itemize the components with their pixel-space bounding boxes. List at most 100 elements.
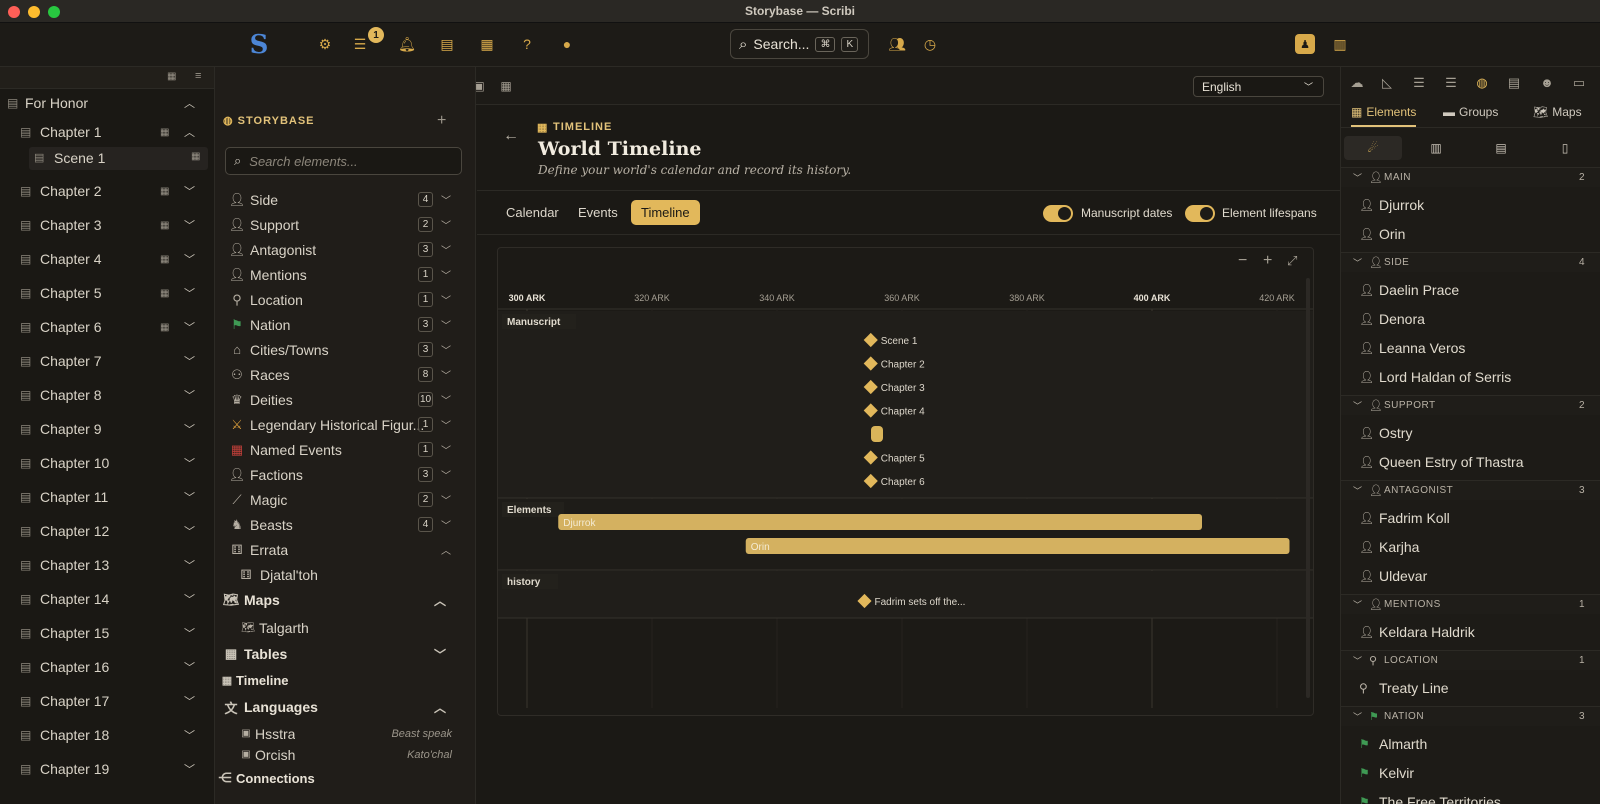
comment-icon[interactable]: ▭ [1571,75,1587,91]
chevron-down-icon[interactable]: ﹀ [184,591,195,607]
map-child-row[interactable]: 🗺︎ Talgarth [215,615,460,640]
chapter-row[interactable]: ▤ Chapter 10 ﹀ [0,448,210,478]
group-header[interactable]: ﹀ 👤︎ MENTIONS 1 [1341,594,1600,614]
chapter-row[interactable]: ▤ Chapter 5 ▦ ﹀ [0,278,210,308]
chapter-calendar-icon[interactable]: ▦ [160,322,169,333]
chapter-row[interactable]: ▤ Chapter 13 ﹀ [0,550,210,580]
tables-section[interactable]: ▦ Tables ﹀ [215,641,460,667]
storybase-item[interactable]: ▦ Named Events 1 ﹀ [215,437,460,462]
language-item[interactable]: ▣ Orcish Kato'chal [215,744,460,765]
chevron-down-icon[interactable]: ﹀ [441,467,451,482]
storybase-item[interactable]: ♛ Deities 10 ﹀ [215,387,460,412]
lifespan-bar[interactable] [558,514,1202,530]
chevron-down-icon[interactable]: ﹀ [441,367,451,382]
chevron-down-icon[interactable]: ﹀ [441,192,451,207]
chevron-down-icon[interactable]: ﹀ [184,523,195,539]
tab-timeline[interactable]: Timeline [631,200,700,225]
globe-icon[interactable]: ◍ [1474,75,1490,91]
group-header[interactable]: ﹀ ⚑ NATION 3 [1341,706,1600,726]
maps-section[interactable]: 🗺︎ Maps ︿ [215,587,460,613]
storybase-item[interactable]: 👤︎ Mentions 1 ﹀ [215,262,460,287]
scroll-icon[interactable]: ☰ [1443,75,1459,91]
chevron-down-icon[interactable]: ﹀ [441,342,451,357]
chevron-up-icon[interactable]: ︿ [434,699,446,716]
chevron-down-icon[interactable]: ﹀ [441,442,451,457]
chapter-row[interactable]: ▤ Chapter 9 ﹀ [0,414,210,444]
errata-child-row[interactable]: ⚅ Djatal'toh [215,562,460,587]
chevron-down-icon[interactable]: ﹀ [184,557,195,573]
storybase-item[interactable]: 👤︎ Antagonist 3 ﹀ [215,237,460,262]
chevron-down-icon[interactable]: ﹀ [184,183,195,199]
element-search-input[interactable]: ⌕ Search elements... [225,147,462,175]
global-search-button[interactable]: ⌕ Search... ⌘ K [730,29,869,59]
element-list-item[interactable]: 👤︎ Daelin Prace [1341,276,1600,304]
chevron-down-icon[interactable]: ﹀ [1353,654,1362,667]
calendar-view-icon[interactable]: ▦ [167,71,176,82]
chevron-down-icon[interactable]: ﹀ [184,761,195,777]
add-element-button[interactable]: + [437,112,446,130]
chapter-row[interactable]: ▤ Chapter 4 ▦ ﹀ [0,244,210,274]
manuscript-dates-toggle[interactable] [1043,205,1073,222]
chevron-down-icon[interactable]: ﹀ [441,292,451,307]
close-window-button[interactable] [8,6,20,18]
chevron-up-icon[interactable]: ︿ [434,592,446,609]
chevron-down-icon[interactable]: ﹀ [184,421,195,437]
chevron-down-icon[interactable]: ﹀ [184,625,195,641]
chevron-down-icon[interactable]: ﹀ [1353,484,1362,497]
chapter-calendar-icon[interactable]: ▦ [160,220,169,231]
chapter-row[interactable]: ▤ Chapter 15 ﹀ [0,618,210,648]
chapter-row[interactable]: ▤ Chapter 7 ﹀ [0,346,210,376]
chevron-down-icon[interactable]: ﹀ [1353,710,1362,723]
chapter-row[interactable]: ▤ Chapter 6 ▦ ﹀ [0,312,210,342]
chapter-row[interactable]: ▤ Chapter 2 ▦ ﹀ [0,176,210,206]
chapter-calendar-icon[interactable]: ▦ [160,288,169,299]
chevron-down-icon[interactable]: ﹀ [184,387,195,403]
help-icon[interactable]: ? [517,34,537,54]
element-list-item[interactable]: 👤︎ Ostry [1341,419,1600,447]
chevron-down-icon[interactable]: ﹀ [441,267,451,282]
timeline-marker[interactable] [871,426,883,442]
app-logo-icon[interactable]: S [243,29,275,61]
chevron-down-icon[interactable]: ﹀ [184,353,195,369]
element-list-item[interactable]: 👤︎ Djurrok [1341,191,1600,219]
languages-section[interactable]: 文 Languages ︿ [215,694,460,720]
group-header[interactable]: ﹀ ⚲ LOCATION 1 [1341,650,1600,670]
chevron-down-icon[interactable]: ﹀ [441,417,451,432]
robot-icon[interactable]: ☻ [1539,75,1555,90]
chevron-up-icon[interactable]: ︿ [441,542,451,557]
chevron-down-icon[interactable]: ﹀ [1353,256,1362,269]
chevron-down-icon[interactable]: ﹀ [1353,399,1362,412]
stats-icon[interactable]: ◺ [1379,75,1395,91]
chapter-row[interactable]: ▤ Chapter 11 ﹀ [0,482,210,512]
collaborators-icon[interactable]: 👥︎ [887,34,907,54]
note-icon[interactable]: ▤ [1506,75,1522,91]
tab-events[interactable]: Events [568,200,628,225]
bell-icon[interactable]: 🔔︎ [397,34,417,54]
chapter-row[interactable]: ▤ Chapter 16 ﹀ [0,652,210,682]
chapter-row[interactable]: ▤ Chapter 14 ﹀ [0,584,210,614]
chevron-down-icon[interactable]: ﹀ [441,242,451,257]
menu-icon[interactable]: ≡ [195,70,201,82]
scene-row[interactable]: ▤ Scene 1 ▦ [29,147,208,170]
brain-icon[interactable]: ☁ [1349,75,1365,91]
chapter-calendar-icon[interactable]: ▦ [160,186,169,197]
tab-calendar[interactable]: Calendar [496,200,569,225]
chevron-down-icon[interactable]: ﹀ [441,317,451,332]
chevron-down-icon[interactable]: ﹀ [184,455,195,471]
storybase-item[interactable]: ⚇ Races 8 ﹀ [215,362,460,387]
zoom-window-button[interactable] [48,6,60,18]
chevron-down-icon[interactable]: ﹀ [441,217,451,232]
element-list-item[interactable]: ⚑ Almarth [1341,730,1600,758]
element-list-item[interactable]: 👤︎ Denora [1341,305,1600,333]
chevron-down-icon[interactable]: ﹀ [1353,598,1362,611]
chart-scrollbar[interactable] [1306,278,1310,698]
storybase-item[interactable]: ♞ Beasts 4 ﹀ [215,512,460,537]
chevron-down-icon[interactable]: ﹀ [184,217,195,233]
language-item[interactable]: ▣ Hsstra Beast speak [215,723,460,744]
storybase-item[interactable]: 👤︎ Support 2 ﹀ [215,212,460,237]
element-list-item[interactable]: 👤︎ Fadrim Koll [1341,504,1600,532]
element-list-item[interactable]: 👤︎ Orin [1341,220,1600,248]
element-list-item[interactable]: 👤︎ Lord Haldan of Serris [1341,363,1600,391]
element-list-item[interactable]: 👤︎ Leanna Veros [1341,334,1600,362]
connections-section[interactable]: ⋲ Connections [215,765,460,791]
